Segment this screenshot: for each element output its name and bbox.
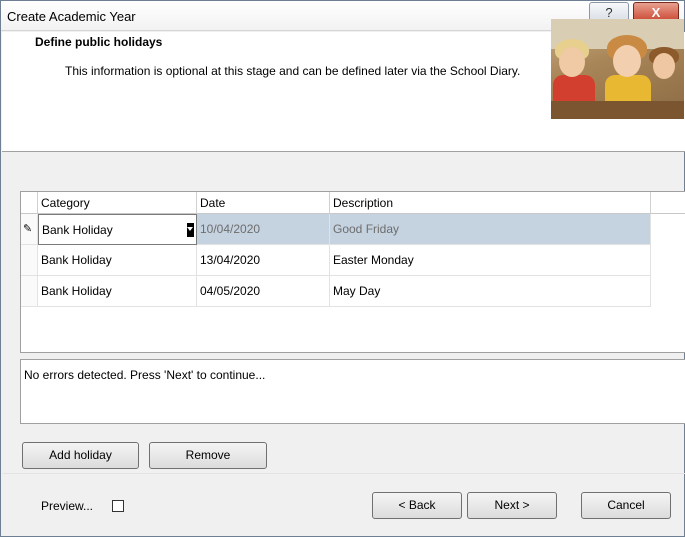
column-header-date[interactable]: Date	[197, 192, 330, 214]
next-button[interactable]: Next >	[467, 492, 557, 519]
category-cell[interactable]: Bank Holiday	[38, 276, 197, 307]
description-cell[interactable]: Good Friday	[330, 214, 651, 245]
dropdown-arrow-icon[interactable]	[187, 223, 194, 237]
date-cell[interactable]: 10/04/2020	[197, 214, 330, 245]
column-header-category[interactable]: Category	[38, 192, 197, 214]
row-header[interactable]: ✎	[21, 214, 38, 245]
remove-button[interactable]: Remove	[149, 442, 267, 469]
add-holiday-button[interactable]: Add holiday	[22, 442, 139, 469]
preview-label: Preview...	[41, 499, 94, 513]
cancel-button[interactable]: Cancel	[581, 492, 671, 519]
back-button[interactable]: < Back	[372, 492, 462, 519]
row-header-corner	[21, 192, 38, 214]
status-message: No errors detected. Press 'Next' to cont…	[24, 368, 266, 382]
table-row[interactable]: Bank Holiday 13/04/2020 Easter Monday	[21, 245, 651, 276]
category-combobox[interactable]: Bank Holiday	[38, 214, 197, 245]
table-row[interactable]: Bank Holiday 04/05/2020 May Day	[21, 276, 651, 307]
grid-header: Category Date Description	[21, 192, 685, 214]
date-cell[interactable]: 13/04/2020	[197, 245, 330, 276]
edit-pencil-icon: ✎	[23, 223, 33, 235]
preview-checkbox[interactable]	[112, 500, 124, 512]
page-title: Define public holidays	[35, 35, 163, 49]
create-academic-year-dialog: Create Academic Year ? X Define public h…	[0, 0, 685, 537]
holidays-grid: Category Date Description ✎ Bank Holiday…	[20, 191, 685, 353]
category-cell[interactable]: Bank Holiday	[38, 245, 197, 276]
description-cell[interactable]: Easter Monday	[330, 245, 651, 276]
row-header[interactable]	[21, 276, 38, 307]
help-icon: ?	[605, 5, 613, 20]
window-title: Create Academic Year	[7, 9, 136, 24]
footer-divider	[2, 473, 685, 474]
column-header-description[interactable]: Description	[330, 192, 651, 214]
table-row[interactable]: ✎ Bank Holiday 10/04/2020 Good Friday	[21, 214, 651, 245]
category-value: Bank Holiday	[42, 223, 113, 237]
classroom-photo	[551, 19, 684, 119]
description-cell[interactable]: May Day	[330, 276, 651, 307]
close-icon: X	[651, 5, 661, 20]
row-header[interactable]	[21, 245, 38, 276]
date-cell[interactable]: 04/05/2020	[197, 276, 330, 307]
page-description: This information is optional at this sta…	[65, 64, 521, 78]
validation-status-box: No errors detected. Press 'Next' to cont…	[20, 359, 685, 424]
